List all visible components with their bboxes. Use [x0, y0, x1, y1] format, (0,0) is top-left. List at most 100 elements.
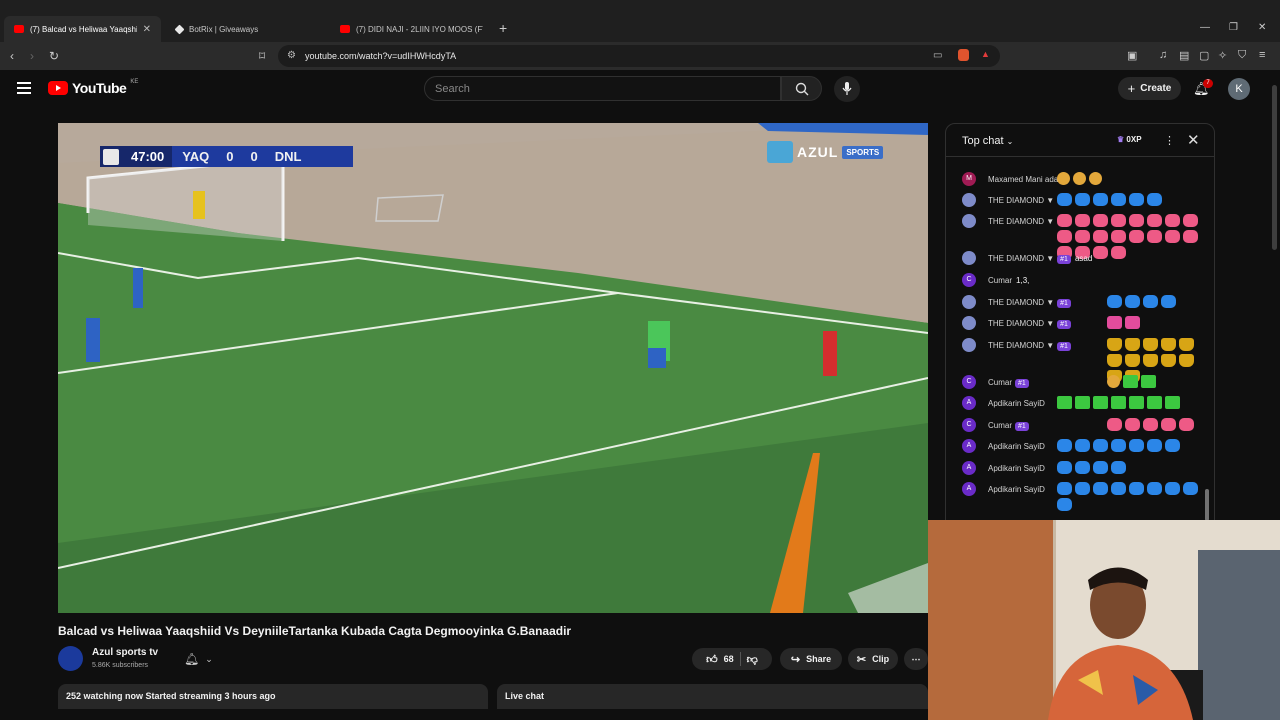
- chat-author-name[interactable]: Apdikarin SayiD: [988, 464, 1045, 473]
- emote-gold-icon: [1179, 354, 1194, 367]
- maximize-icon[interactable]: ❐: [1229, 22, 1238, 33]
- chat-author-name[interactable]: THE DIAMOND ▼: [988, 298, 1054, 307]
- chat-author-avatar[interactable]: C: [962, 375, 976, 389]
- sidebar-toggle-icon[interactable]: ▣: [1127, 49, 1137, 62]
- new-tab-icon[interactable]: +: [499, 20, 507, 36]
- chat-author-avatar[interactable]: [962, 193, 976, 207]
- chat-author-avatar[interactable]: A: [962, 439, 976, 453]
- like-button[interactable]: 👍︎ 68: [706, 653, 734, 666]
- chat-author-avatar[interactable]: C: [962, 273, 976, 287]
- youtube-logo[interactable]: YouTube KE: [48, 79, 138, 96]
- browser-tab-bar: (7) Balcad vs Heliwaa Yaaqshi ✕ BotRix |…: [0, 0, 1280, 42]
- page-scrollbar[interactable]: [1272, 85, 1277, 250]
- wallet-icon[interactable]: ▢: [1199, 49, 1209, 62]
- url-bar[interactable]: ⚙ youtube.com/watch?v=udIHWHcdyTA ▭ ▲: [278, 45, 1000, 67]
- media-icon[interactable]: ♫: [1159, 49, 1167, 61]
- emote-blue-icon: [1111, 439, 1126, 452]
- emote-face-icon: [1057, 172, 1070, 185]
- bookmark-icon[interactable]: ⌑: [259, 49, 265, 63]
- home-team: YAQ: [182, 149, 210, 164]
- browser-tab-1[interactable]: BotRix | Giveaways: [166, 16, 326, 42]
- video-player[interactable]: 47:00 YAQ 0 0 DNL AZUL SPORTS: [58, 123, 928, 613]
- chat-scrollbar-thumb[interactable]: [1205, 489, 1209, 521]
- chat-author-name[interactable]: Apdikarin SayiD: [988, 399, 1045, 408]
- create-button[interactable]: + Create: [1118, 77, 1181, 100]
- close-window-icon[interactable]: ✕: [1258, 22, 1266, 33]
- close-tab-icon[interactable]: ✕: [143, 24, 151, 35]
- chat-author-name[interactable]: THE DIAMOND ▼: [988, 254, 1054, 263]
- close-chat-icon[interactable]: ✕: [1187, 131, 1200, 149]
- emote-blue-icon: [1093, 461, 1108, 474]
- chat-author-avatar[interactable]: [962, 316, 976, 330]
- live-chat-toggle[interactable]: Live chat: [497, 684, 928, 709]
- back-icon[interactable]: ‹: [10, 49, 14, 63]
- channel-name[interactable]: Azul sports tv: [92, 647, 158, 658]
- chat-author-name[interactable]: THE DIAMOND ▼: [988, 217, 1054, 226]
- chat-author-avatar[interactable]: M: [962, 172, 976, 186]
- voice-search-button[interactable]: [834, 76, 860, 102]
- chat-author-name[interactable]: Cumar: [988, 276, 1012, 285]
- chat-emotes: [1057, 193, 1202, 206]
- notification-settings-button[interactable]: 🔔︎ ⌄: [176, 648, 222, 670]
- youtube-play-icon: [48, 81, 68, 95]
- emote-green-icon: [1111, 396, 1126, 409]
- thumbs-down-icon[interactable]: 👎︎: [747, 653, 758, 666]
- chat-author-avatar[interactable]: [962, 214, 976, 228]
- brave-shields-icon[interactable]: [958, 49, 969, 61]
- browser-menu-icon[interactable]: ≡: [1259, 49, 1265, 61]
- share-button[interactable]: ↪ Share: [780, 648, 842, 670]
- search-input[interactable]: Search: [424, 76, 781, 101]
- hamburger-menu-icon[interactable]: [17, 82, 31, 94]
- chat-author-name[interactable]: Maxamed Mani adan: [988, 175, 1063, 184]
- chat-author-avatar[interactable]: A: [962, 461, 976, 475]
- chat-author-avatar[interactable]: A: [962, 482, 976, 496]
- chat-author-avatar[interactable]: C: [962, 418, 976, 432]
- chat-mode-selector[interactable]: Top chat ⌄: [962, 135, 1013, 147]
- browser-tab-0[interactable]: (7) Balcad vs Heliwaa Yaaqshi ✕: [4, 16, 161, 42]
- url-text: youtube.com/watch?v=udIHWHcdyTA: [305, 51, 457, 61]
- microphone-icon: [842, 82, 852, 95]
- reload-icon[interactable]: ↻: [49, 49, 59, 63]
- chat-author-avatar[interactable]: A: [962, 396, 976, 410]
- cast-icon[interactable]: ▭: [933, 50, 942, 61]
- chat-author-name[interactable]: Cumar: [988, 421, 1012, 430]
- xp-badge[interactable]: ♛ 0XP: [1117, 135, 1142, 144]
- leo-ai-icon[interactable]: ✧: [1218, 49, 1227, 62]
- divider: [739, 652, 741, 666]
- brave-rewards-icon[interactable]: ▲: [981, 49, 990, 59]
- channel-avatar[interactable]: [58, 646, 83, 671]
- chat-author-line: THE DIAMOND ▼ #1: [988, 341, 1071, 351]
- search-button[interactable]: [781, 76, 822, 101]
- emote-gold-icon: [1143, 338, 1158, 351]
- chat-author-avatar[interactable]: [962, 295, 976, 309]
- chat-author-avatar[interactable]: [962, 338, 976, 352]
- browser-tab-2[interactable]: (7) DIDI NAJI - 2LIIN IYO MOOS (FT.: [330, 16, 493, 42]
- vpn-icon[interactable]: ⛉: [1238, 49, 1246, 62]
- subscriber-count: 5.86K subscribers: [92, 662, 149, 669]
- webcam-overlay: [928, 520, 1280, 720]
- chat-scrollbar[interactable]: [1204, 160, 1210, 520]
- emote-green-icon: [1075, 396, 1090, 409]
- account-avatar[interactable]: K: [1228, 78, 1250, 100]
- emote-gold-icon: [1107, 354, 1122, 367]
- more-actions-button[interactable]: ⋯: [904, 648, 928, 670]
- site-info-icon[interactable]: ⚙: [287, 50, 296, 61]
- reading-list-icon[interactable]: ▤: [1179, 49, 1189, 62]
- youtube-favicon-icon: [14, 25, 24, 33]
- emote-green-icon: [1093, 396, 1108, 409]
- chat-author-name[interactable]: THE DIAMOND ▼: [988, 196, 1054, 205]
- minimize-icon[interactable]: —: [1200, 22, 1210, 33]
- chat-more-icon[interactable]: ⋮: [1164, 134, 1175, 147]
- emote-blue-icon: [1129, 439, 1144, 452]
- chat-author-name[interactable]: Apdikarin SayiD: [988, 485, 1045, 494]
- chat-author-name[interactable]: Cumar: [988, 378, 1012, 387]
- clip-button[interactable]: ✂ Clip: [848, 648, 898, 670]
- forward-icon[interactable]: ›: [30, 49, 34, 63]
- chat-author-name[interactable]: THE DIAMOND ▼: [988, 319, 1054, 328]
- emote-blue-icon: [1093, 482, 1108, 495]
- chat-author-name[interactable]: Apdikarin SayiD: [988, 442, 1045, 451]
- emote-pink-icon: [1111, 246, 1126, 259]
- emote-pink-icon: [1165, 214, 1180, 227]
- chat-author-avatar[interactable]: [962, 251, 976, 265]
- chat-author-name[interactable]: THE DIAMOND ▼: [988, 341, 1054, 350]
